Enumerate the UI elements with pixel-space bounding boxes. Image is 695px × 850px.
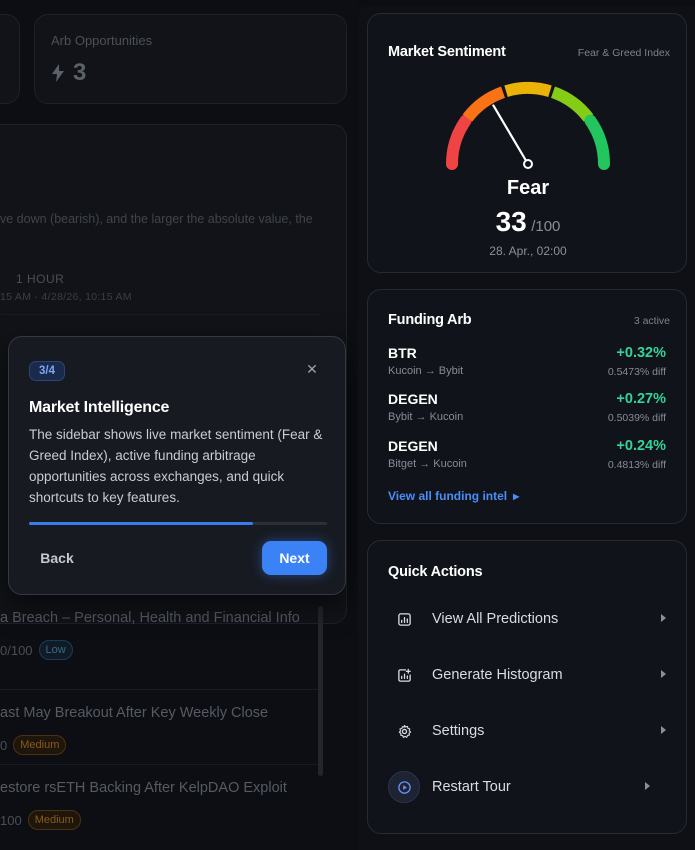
arb-coin: DEGEN: [388, 391, 438, 407]
news-score: 0: [0, 737, 8, 753]
news-score: 0/100: [0, 642, 33, 658]
divider: [0, 764, 318, 765]
panel-subtitle: Fear & Greed Index: [577, 47, 670, 59]
funding-arb-panel: Funding Arb 3 active BTR Kucoin → Bybit …: [367, 289, 687, 524]
quick-actions-panel: Quick Actions View All Predictions Gener…: [367, 540, 687, 834]
arb-route: Bitget → Kucoin: [388, 458, 467, 470]
back-button[interactable]: Back: [29, 541, 85, 575]
news-list: a Breach – Personal, Health and Financia…: [0, 598, 318, 850]
risk-badge: Low: [38, 640, 73, 660]
tour-title: Market Intelligence: [29, 399, 170, 416]
active-count: 3 active: [633, 315, 670, 327]
gauge-segment: [584, 114, 610, 170]
sidebar: Market Sentiment Fear & Greed Index Fear…: [358, 6, 695, 850]
settings-button[interactable]: Settings: [388, 715, 666, 749]
view-all-funding-link[interactable]: View all funding intel ▶: [388, 489, 519, 503]
gauge-hub: [523, 159, 533, 169]
news-item[interactable]: a Breach – Personal, Health and Financia…: [0, 610, 318, 660]
sentiment-label: Fear: [506, 177, 550, 199]
view-all-label: View all funding intel: [388, 489, 508, 503]
gauge-needle: [492, 104, 530, 166]
divider: [0, 689, 318, 690]
news-meta: 0/100 Low: [0, 640, 318, 660]
gauge-segment: [504, 82, 552, 98]
close-icon[interactable]: ✕: [305, 362, 319, 376]
risk-badge: Medium: [13, 735, 67, 755]
sentiment-value: 33: [495, 206, 527, 237]
arb-route: Bybit → Kucoin: [388, 411, 464, 423]
tour-step-badge: 3/4: [29, 361, 65, 381]
gear-icon: [388, 715, 420, 747]
arb-row[interactable]: DEGEN Bitget → Kucoin +0.24% 0.4813% dif…: [388, 438, 666, 474]
news-meta: 0 Medium: [0, 735, 318, 755]
news-title: estore rsETH Backing After KelpDAO Explo…: [0, 780, 287, 796]
panel-title: Funding Arb: [388, 312, 472, 328]
divider: [0, 314, 320, 315]
bolt-icon: [52, 64, 64, 82]
play-circle-icon: [388, 771, 420, 803]
chart-icon: [388, 603, 420, 635]
chevron-right-icon: [645, 782, 650, 790]
sentiment-max: /100: [531, 218, 561, 235]
sentiment-value-row: 33 /100: [368, 206, 688, 238]
panel-title: Quick Actions: [388, 564, 483, 580]
action-label: View All Predictions: [432, 611, 559, 627]
arb-diff: 0.5473% diff: [607, 366, 666, 378]
arb-diff: 0.4813% diff: [607, 459, 666, 471]
news-title: ast May Breakout After Key Weekly Close: [0, 705, 269, 721]
chevron-right-icon: ▶: [513, 492, 520, 501]
arb-rate: +0.24%: [616, 438, 666, 454]
timeframe-range: 15 AM - 4/28/26, 10:15 AM: [0, 291, 132, 303]
chevron-right-icon: [661, 726, 666, 734]
stat-value-row: 3: [51, 59, 86, 87]
tour-body: The sidebar shows live market sentiment …: [29, 427, 323, 505]
stat-value: 3: [73, 59, 87, 86]
chevron-right-icon: [661, 670, 666, 678]
generate-histogram-button[interactable]: Generate Histogram: [388, 659, 666, 693]
arb-coin: DEGEN: [388, 438, 438, 454]
arb-row[interactable]: BTR Kucoin → Bybit +0.32% 0.5473% diff: [388, 345, 666, 381]
histogram-icon: [388, 659, 420, 691]
news-item[interactable]: estore rsETH Backing After KelpDAO Explo…: [0, 780, 318, 830]
sentiment-timestamp: 28. Apr., 02:00: [489, 244, 567, 258]
arb-rate: +0.32%: [616, 345, 666, 361]
market-sentiment-panel: Market Sentiment Fear & Greed Index Fear…: [367, 13, 687, 273]
action-label: Settings: [432, 723, 485, 739]
arb-route: Kucoin → Bybit: [388, 365, 464, 377]
news-scrollbar[interactable]: [318, 606, 323, 776]
tour-popover: 3/4 ✕ Market Intelligence The sidebar sh…: [8, 336, 346, 595]
fear-greed-gauge: [446, 82, 610, 170]
restart-tour-button[interactable]: Restart Tour: [388, 771, 650, 805]
news-item[interactable]: ast May Breakout After Key Weekly Close …: [0, 705, 318, 755]
news-title: a Breach – Personal, Health and Financia…: [0, 610, 300, 626]
tour-progress-bar: [29, 522, 327, 525]
timeframe-label: 1 HOUR: [16, 272, 65, 286]
news-score: 100: [0, 812, 22, 828]
action-label: Restart Tour: [432, 779, 511, 795]
gauge-segment: [550, 86, 594, 122]
next-button[interactable]: Next: [262, 541, 327, 575]
view-all-predictions-button[interactable]: View All Predictions: [388, 603, 666, 637]
arb-coin: BTR: [388, 345, 417, 361]
arb-opportunities-card: Arb Opportunities 3: [34, 14, 347, 104]
chevron-right-icon: [661, 614, 666, 622]
news-meta: 100 Medium: [0, 810, 318, 830]
panel-title: Market Sentiment: [388, 44, 506, 60]
tour-progress-fill: [29, 522, 253, 525]
stat-card-partial: [0, 14, 20, 104]
action-label: Generate Histogram: [432, 667, 563, 683]
arb-rate: +0.27%: [616, 391, 666, 407]
gauge-segment: [446, 114, 472, 170]
arb-diff: 0.5039% diff: [607, 412, 666, 424]
info-description: ve down (bearish), and the larger the ab…: [0, 212, 313, 226]
arb-row[interactable]: DEGEN Bybit → Kucoin +0.27% 0.5039% diff: [388, 391, 666, 427]
risk-badge: Medium: [27, 810, 81, 830]
stat-label: Arb Opportunities: [51, 33, 153, 48]
